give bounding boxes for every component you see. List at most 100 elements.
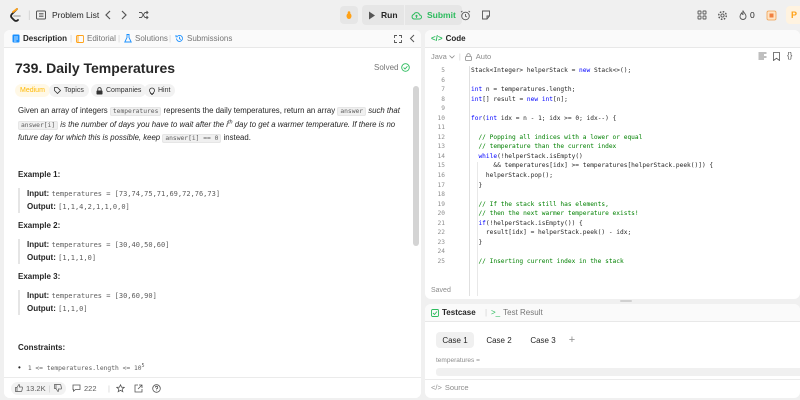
description-footer: 13.2K | 222 | xyxy=(4,377,421,398)
code-text: Stack<Integer> helperStack = new Stack<>… xyxy=(471,67,632,74)
add-case-button[interactable]: + xyxy=(565,332,579,348)
note-icon xyxy=(481,10,491,20)
submit-button[interactable]: Submit xyxy=(404,5,462,25)
code-line[interactable]: 23 } xyxy=(425,238,800,248)
auto-label[interactable]: Auto xyxy=(476,52,491,61)
line-number: 11 xyxy=(437,124,445,132)
testcase-input[interactable] xyxy=(436,368,800,376)
premium-button[interactable]: P xyxy=(786,0,800,30)
output-label: Output: xyxy=(27,201,56,211)
chevron-right-icon xyxy=(120,10,128,20)
code-line[interactable]: 18 xyxy=(425,190,800,200)
debug-button[interactable] xyxy=(340,0,358,30)
desc-text: such that xyxy=(366,106,400,115)
example-output: [1,1,0] xyxy=(58,304,88,313)
thumbs-down-icon[interactable] xyxy=(53,384,62,392)
collapse-button[interactable] xyxy=(409,30,415,47)
line-number: 23 xyxy=(437,238,445,246)
code-line[interactable]: 10 for(int idx = n - 1; idx >= 0; idx--) … xyxy=(425,114,800,124)
tab-test-result[interactable]: >_ Test Result xyxy=(491,304,543,321)
next-problem-button[interactable] xyxy=(120,0,128,30)
daily-button[interactable] xyxy=(766,0,777,30)
line-number: 22 xyxy=(437,229,445,237)
tab-solutions[interactable]: Solutions xyxy=(124,30,168,47)
streak-count: 0 xyxy=(750,10,755,20)
terminal-icon: >_ xyxy=(491,308,501,317)
code-line[interactable]: 25 // Inserting current index in the sta… xyxy=(425,257,800,267)
inline-code: answer[i] == 0 xyxy=(162,133,222,143)
logo-icon[interactable] xyxy=(9,0,22,30)
prev-problem-button[interactable] xyxy=(104,0,112,30)
code-line[interactable]: 9 xyxy=(425,104,800,114)
code-line[interactable]: 6 xyxy=(425,76,800,86)
code-line[interactable]: 24 xyxy=(425,247,800,257)
shuffle-button[interactable] xyxy=(138,0,149,30)
streak-counter[interactable]: 0 xyxy=(739,0,755,30)
code-line[interactable]: 22 result[idx] = helperStack.peek() - id… xyxy=(425,228,800,238)
code-line[interactable]: 17 } xyxy=(425,181,800,191)
variable-label: temperatures = xyxy=(436,357,480,364)
bookmark-button[interactable] xyxy=(773,52,780,61)
maximize-button[interactable] xyxy=(394,30,402,47)
code-line[interactable]: 15 && temperatures[idx] >= temperatures[… xyxy=(425,161,800,171)
tab-submissions[interactable]: Submissions xyxy=(175,30,232,47)
description-scrollbar[interactable] xyxy=(413,86,419,246)
settings-button[interactable] xyxy=(717,0,728,30)
code-line[interactable]: 20 // then the next warmer temperature e… xyxy=(425,209,800,219)
submit-label: Submit xyxy=(427,10,456,20)
code-editor[interactable]: 5 Stack<Integer> helperStack = new Stack<… xyxy=(425,66,800,266)
line-number: 13 xyxy=(437,143,445,151)
source-button[interactable]: </> Source xyxy=(431,383,469,392)
code-text: // temperature than the current index xyxy=(471,143,617,151)
shuffle-icon xyxy=(138,10,149,20)
tab-code[interactable]: </> Code xyxy=(431,30,466,47)
code-text: // If the stack still has elements, xyxy=(471,200,609,208)
tab-testcase[interactable]: Testcase xyxy=(431,304,476,321)
resize-handle[interactable] xyxy=(620,300,632,302)
timer-button[interactable] xyxy=(460,0,471,30)
case-3-tab[interactable]: Case 3 xyxy=(524,332,562,348)
hint-tag[interactable]: Hint xyxy=(144,84,176,97)
lightbulb-icon xyxy=(149,87,155,95)
tab-editorial[interactable]: Editorial xyxy=(76,30,116,47)
topics-tag[interactable]: Topics xyxy=(49,84,89,97)
comments-button[interactable]: 222 xyxy=(72,384,97,393)
problem-list-button[interactable]: Problem List xyxy=(36,0,99,30)
tab-submissions-label: Submissions xyxy=(187,34,233,43)
code-line[interactable]: 8 int[] result = new int[n]; xyxy=(425,95,800,105)
code-line[interactable]: 7 int n = temperatures.length; xyxy=(425,85,800,95)
tab-description-label: Description xyxy=(23,34,68,43)
code-line[interactable]: 14 while(!helperStack.isEmpty() xyxy=(425,152,800,162)
notes-button[interactable] xyxy=(481,0,491,30)
code-line[interactable]: 13 // temperature than the current index xyxy=(425,142,800,152)
share-button[interactable] xyxy=(134,384,143,393)
question-circle-icon xyxy=(152,383,161,393)
code-text: && temperatures[idx] >= temperatures[hel… xyxy=(471,162,714,170)
code-line[interactable]: 12 // Popping all indices with a lower o… xyxy=(425,133,800,143)
test-tabbar: Testcase | >_ Test Result xyxy=(425,304,800,322)
flame-icon xyxy=(739,10,747,20)
like-button[interactable]: 13.2K | xyxy=(11,381,66,395)
case-1-tab[interactable]: Case 1 xyxy=(436,332,474,348)
code-line[interactable]: 19 // If the stack still has elements, xyxy=(425,200,800,210)
code-line[interactable]: 21 if(!helperStack.isEmpty()) { xyxy=(425,219,800,229)
tab-solutions-label: Solutions xyxy=(135,34,168,43)
format-button[interactable] xyxy=(758,52,767,60)
example-output: [1,1,4,2,1,1,0,0] xyxy=(58,202,130,211)
code-line[interactable]: 5 Stack<Integer> helperStack = new Stack<… xyxy=(425,66,800,76)
run-button[interactable]: Run xyxy=(362,5,404,25)
line-number: 20 xyxy=(437,210,445,218)
tab-description[interactable]: Description xyxy=(12,30,67,47)
braces-button[interactable]: {} xyxy=(787,51,792,60)
language-select[interactable]: Java xyxy=(431,52,455,61)
code-editor-panel: </> Code Java | Auto {} 5 Stack<Integer> … xyxy=(425,30,800,299)
code-line[interactable]: 11 xyxy=(425,123,800,133)
help-button[interactable] xyxy=(152,383,161,393)
braces-icon: {} xyxy=(787,51,793,60)
code-line[interactable]: 16 helperStack.pop(); xyxy=(425,171,800,181)
line-number: 12 xyxy=(437,133,445,141)
layout-button[interactable] xyxy=(697,0,707,30)
companies-tag[interactable]: Companies xyxy=(91,84,147,97)
favorite-button[interactable] xyxy=(116,383,125,393)
case-2-tab[interactable]: Case 2 xyxy=(480,332,518,348)
